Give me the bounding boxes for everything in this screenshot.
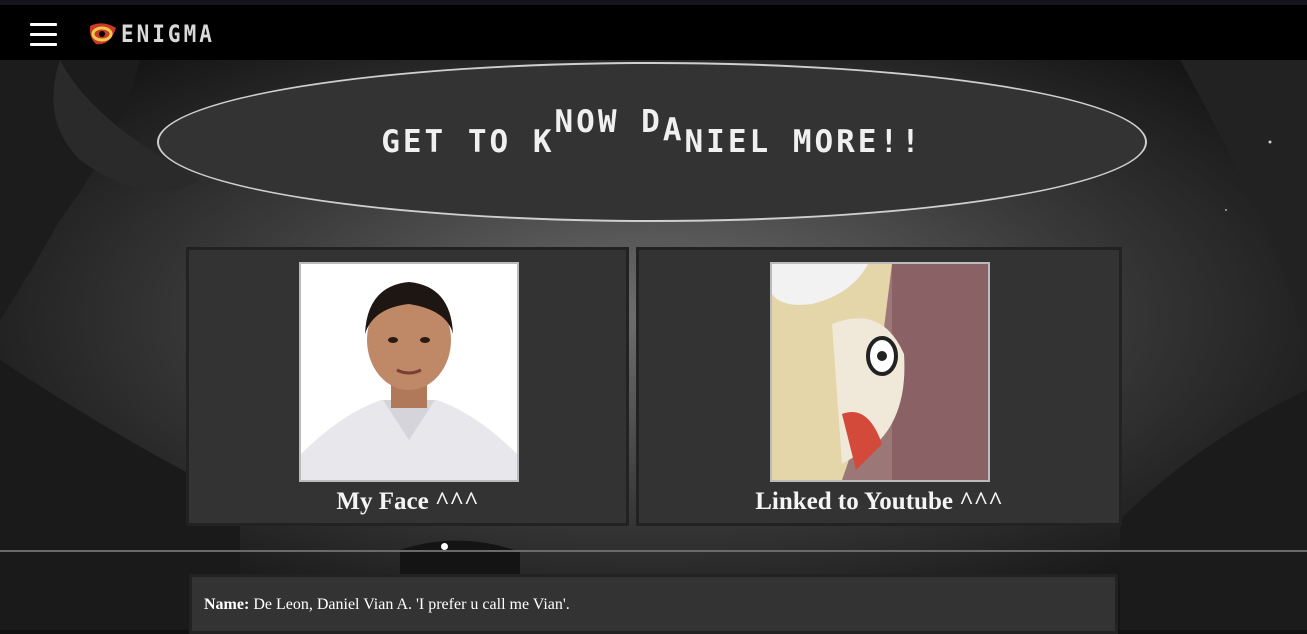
carousel-dot[interactable]: [441, 543, 448, 550]
youtube-caption: Linked to Youtube ^^^: [755, 488, 1003, 515]
navbar: ENIGMA: [0, 5, 1307, 60]
info-panel: Name: De Leon, Daniel Vian A. 'I prefer u…: [189, 574, 1118, 634]
banner-title: GET TO K NOW D A NIEL MORE!!: [159, 64, 1145, 220]
banner-text-part: NIEL MORE!!: [684, 124, 923, 160]
section-divider: [0, 550, 1307, 552]
name-value: De Leon, Daniel Vian A. 'I prefer u call…: [253, 596, 570, 613]
name-line: Name: De Leon, Daniel Vian A. 'I prefer u…: [204, 596, 570, 614]
banner-text-part: A: [662, 112, 685, 148]
hamburger-icon[interactable]: [30, 23, 57, 47]
eye-logo-icon: [89, 23, 116, 45]
banner: GET TO K NOW D A NIEL MORE!!: [157, 62, 1147, 222]
logo-text: ENIGMA: [121, 20, 215, 48]
youtube-thumbnail-link[interactable]: [770, 262, 990, 482]
logo[interactable]: ENIGMA: [88, 19, 215, 49]
banner-text-part: GET TO K: [381, 124, 555, 160]
name-label: Name:: [204, 596, 250, 613]
face-card: My Face ^^^: [186, 247, 629, 526]
face-caption: My Face ^^^: [336, 488, 479, 515]
banner-text-part: NOW D: [554, 104, 663, 140]
youtube-card[interactable]: Linked to Youtube ^^^: [636, 247, 1122, 526]
portrait-photo: [299, 262, 519, 482]
